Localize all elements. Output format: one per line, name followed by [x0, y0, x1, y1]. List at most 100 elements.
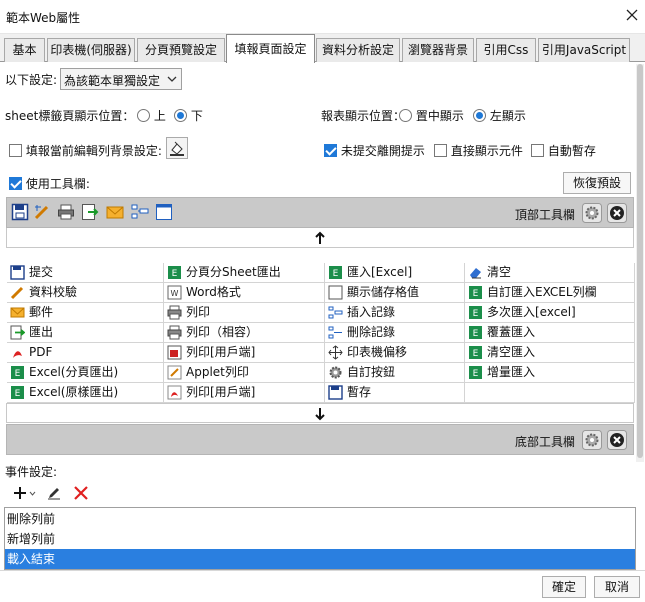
btn-word[interactable]: W Word格式: [164, 283, 325, 303]
word-icon: W: [167, 285, 182, 300]
tab-basic[interactable]: 基本: [4, 38, 45, 62]
btn-label: Applet列印: [186, 365, 249, 379]
btn-print-client-pdf[interactable]: 列印[用戶端]: [164, 383, 325, 403]
checkbox-checked-icon: [324, 144, 337, 157]
save-icon[interactable]: [11, 203, 29, 221]
btn-temp-save[interactable]: 暫存: [325, 383, 465, 403]
edit-pencil-icon[interactable]: [46, 485, 62, 501]
auto-save-checkbox[interactable]: 自動暫存: [531, 142, 596, 159]
show-cell-value-icon[interactable]: [155, 203, 173, 221]
btn-import-excel[interactable]: E 匯入[Excel]: [325, 263, 465, 283]
cancel-button[interactable]: 取消: [594, 576, 640, 598]
bg-setting-checkbox[interactable]: 填報當前編輯列背景設定:: [9, 142, 162, 159]
btn-email[interactable]: 郵件: [7, 303, 164, 323]
btn-validate[interactable]: 資料校驗: [7, 283, 164, 303]
pdf-icon: [13, 351, 22, 358]
scope-select-value: 為該範本單獨設定: [64, 74, 161, 88]
unsubmitted-prompt-checkbox[interactable]: 未提交離開提示: [324, 142, 425, 159]
report-left-radio[interactable]: 左顯示: [473, 107, 526, 124]
top-toolbar-strip: 頂部工具欄: [6, 197, 634, 228]
sheet-tab-position-label: sheet標籤頁顯示位置：: [5, 109, 135, 123]
tab-css[interactable]: 引用Css: [476, 38, 536, 62]
tab-printer-server[interactable]: 印表機(伺服器): [47, 38, 135, 62]
svg-text:E: E: [473, 369, 479, 379]
event-item-before-add[interactable]: 新增列前: [5, 529, 635, 549]
btn-label: 插入記錄: [347, 305, 396, 319]
scrollbar-thumb[interactable]: [637, 64, 643, 458]
btn-incremental-import[interactable]: E 增量匯入: [465, 363, 635, 383]
btn-label: 匯出: [29, 325, 54, 339]
btn-label: 刪除記錄: [347, 325, 396, 339]
sheet-tab-bottom-radio[interactable]: 下: [174, 107, 203, 124]
btn-print-client[interactable]: 列印[用戶端]: [164, 343, 325, 363]
btn-label: 印表機偏移: [347, 345, 408, 359]
delete-x-icon[interactable]: [73, 485, 89, 501]
btn-label: 匯入[Excel]: [347, 265, 413, 279]
btn-clear-import[interactable]: E 清空匯入: [465, 343, 635, 363]
add-dropdown-icon[interactable]: [12, 485, 36, 501]
report-center-radio[interactable]: 置中顯示: [399, 107, 464, 124]
close-icon[interactable]: [623, 6, 641, 24]
insert-record-icon[interactable]: [131, 203, 149, 221]
clear-x-icon[interactable]: [607, 430, 627, 450]
btn-delete-record[interactable]: 刪除記錄: [325, 323, 465, 343]
top-toolbar-label: 頂部工具欄: [514, 208, 575, 222]
btn-label: 列印[用戶端]: [186, 385, 256, 399]
paint-bucket-icon[interactable]: [166, 137, 188, 159]
clear-x-icon[interactable]: [607, 203, 627, 223]
save-icon: [328, 385, 343, 400]
sheet-tab-top-radio[interactable]: 上: [137, 107, 166, 124]
scope-select[interactable]: 為該範本單獨設定: [60, 68, 182, 90]
tab-page-preview[interactable]: 分頁預覽設定: [137, 38, 225, 62]
insert-record-icon: [328, 306, 343, 319]
btn-label: 清空: [487, 265, 512, 279]
btn-export[interactable]: 匯出: [7, 323, 164, 343]
btn-applet-print[interactable]: Applet列印: [164, 363, 325, 383]
tab-fill-page[interactable]: 填報頁面設定: [226, 34, 315, 63]
export-icon: [10, 325, 25, 340]
btn-label: 覆蓋匯入: [487, 325, 536, 339]
move-down-row[interactable]: [6, 403, 634, 423]
btn-printer-offset[interactable]: 印表機偏移: [325, 343, 465, 363]
email-icon[interactable]: [106, 203, 124, 221]
title-bar: 範本Web屬性: [0, 0, 645, 34]
validate-pencil-icon[interactable]: [33, 203, 51, 221]
gear-icon[interactable]: [582, 430, 602, 450]
restore-default-button[interactable]: 恢復預設: [563, 172, 631, 194]
btn-excel-page-export[interactable]: E Excel(分頁匯出): [7, 363, 164, 383]
svg-text:E: E: [473, 329, 479, 339]
ok-button[interactable]: 確定: [542, 576, 586, 598]
tab-data-analysis[interactable]: 資料分析設定: [316, 38, 400, 62]
btn-page-sheet-export[interactable]: E 分頁分Sheet匯出: [164, 263, 325, 283]
gear-icon[interactable]: [582, 203, 602, 223]
export-icon[interactable]: [81, 203, 99, 221]
btn-custom-button[interactable]: 自訂按鈕: [325, 363, 465, 383]
btn-excel-original-export[interactable]: E Excel(原樣匯出): [7, 383, 164, 403]
btn-print[interactable]: 列印: [164, 303, 325, 323]
events-label: 事件設定:: [5, 465, 58, 479]
btn-label: 列印（相容）: [186, 325, 259, 339]
print-icon[interactable]: [57, 203, 75, 221]
btn-show-cell-value[interactable]: 顯示儲存格值: [325, 283, 465, 303]
btn-insert-record[interactable]: 插入記錄: [325, 303, 465, 323]
btn-label: 增量匯入: [487, 365, 536, 379]
tab-browser-bg[interactable]: 瀏覽器背景: [402, 38, 474, 62]
event-item-load-end[interactable]: 載入結束: [5, 549, 635, 569]
event-item-before-delete[interactable]: 刪除列前: [5, 509, 635, 529]
btn-pdf[interactable]: PDF: [7, 343, 164, 363]
move-up-row[interactable]: [6, 228, 634, 248]
excel-icon: E: [168, 266, 181, 279]
btn-overwrite-import[interactable]: E 覆蓋匯入: [465, 323, 635, 343]
dialog-footer: 確定 取消: [0, 570, 645, 602]
excel-icon: E: [469, 366, 482, 379]
btn-clear[interactable]: 清空: [465, 263, 635, 283]
tab-javascript[interactable]: 引用JavaScript: [538, 38, 630, 62]
btn-custom-import-excel[interactable]: E 自訂匯入EXCEL列欄: [465, 283, 635, 303]
btn-multi-import[interactable]: E 多次匯入[excel]: [465, 303, 635, 323]
btn-submit[interactable]: 提交: [7, 263, 164, 283]
btn-print-compatible[interactable]: 列印（相容）: [164, 323, 325, 343]
vertical-scrollbar[interactable]: [636, 64, 644, 462]
use-toolbar-checkbox[interactable]: 使用工具欄:: [9, 175, 90, 192]
direct-show-checkbox[interactable]: 直接顯示元件: [434, 142, 523, 159]
checkbox-unchecked-icon: [434, 144, 447, 157]
